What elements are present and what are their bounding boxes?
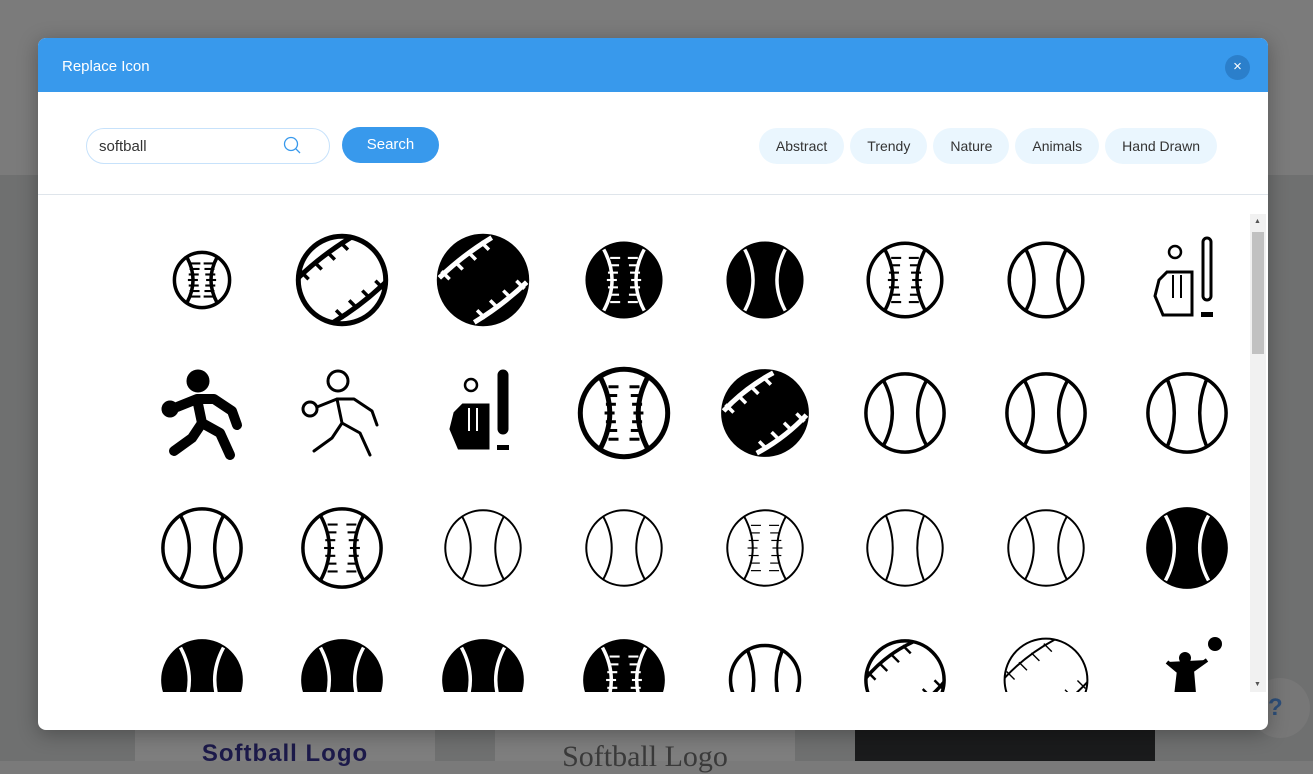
ball-thin-outline-icon-graphic [585, 509, 663, 587]
softball-diagonal-filled-icon[interactable] [715, 363, 815, 463]
pitcher-outline-icon-graphic [301, 369, 379, 457]
baseball-filled-icon[interactable] [574, 230, 674, 330]
players-catch-icon-graphic [1165, 637, 1222, 692]
ball-thin-outline-icon[interactable] [996, 498, 1096, 598]
ball-filled-icon-graphic [1146, 507, 1228, 589]
ball-filled-icon[interactable] [433, 630, 533, 692]
ball-filled-icon[interactable] [715, 230, 815, 330]
tennis-ball-thin-outline-icon[interactable] [855, 498, 955, 598]
baseball-outline-icon-graphic [866, 241, 944, 319]
softball-diagonal-outline-icon[interactable] [855, 630, 955, 692]
ball-thin-outline-icon-graphic [1007, 509, 1085, 587]
softball-diagonal-filled-icon[interactable] [433, 230, 533, 330]
tag-animals[interactable]: Animals [1015, 128, 1100, 164]
pitcher-filled-icon[interactable] [152, 363, 252, 463]
scrollbar[interactable]: ▲ ▼ [1250, 214, 1266, 692]
baseball-outline-icon[interactable] [855, 230, 955, 330]
icon-results-grid [38, 214, 1248, 692]
pitcher-filled-icon-graphic [161, 369, 242, 460]
ball-outline-icon-graphic [1007, 241, 1085, 319]
ball-outline-icon-graphic [864, 372, 946, 454]
baseball-outline-icon-graphic [577, 366, 671, 460]
tag-nature[interactable]: Nature [933, 128, 1010, 164]
glove-bat-outline-icon[interactable] [1137, 230, 1237, 330]
baseball-small-outline-icon[interactable] [152, 230, 252, 330]
glove-bat-outline-icon-graphic [1153, 236, 1213, 317]
tennis-ball-outline-icon[interactable] [1137, 363, 1237, 463]
ball-filled-icon[interactable] [292, 630, 392, 692]
glove-bat-filled-icon[interactable] [433, 363, 533, 463]
close-button[interactable]: × [1225, 55, 1250, 80]
ball-outline-icon[interactable] [855, 363, 955, 463]
baseball-filled-icon[interactable] [574, 630, 674, 692]
softball-diagonal-bold-icon-graphic [295, 233, 389, 327]
search-input[interactable]: softball [86, 128, 330, 164]
dialog-title: Replace Icon [62, 58, 150, 75]
ball-thin-outline-icon-graphic [444, 509, 522, 587]
ball-thin-outline-icon[interactable] [433, 498, 533, 598]
ball-filled-icon-graphic [726, 241, 804, 319]
ball-thin-outline-icon[interactable] [574, 498, 674, 598]
replace-icon-dialog: Replace Icon × softball Search Abstract … [38, 38, 1268, 730]
softball-diagonal-filled-icon-graphic [436, 233, 530, 327]
ball-outline-icon[interactable] [152, 498, 252, 598]
tennis-ball-thin-outline-icon-graphic [866, 509, 944, 587]
tag-hand-drawn[interactable]: Hand Drawn [1105, 128, 1217, 164]
ball-filled-icon[interactable] [152, 630, 252, 692]
ball-filled-icon-graphic [301, 639, 383, 692]
baseball-thin-outline-icon[interactable] [715, 498, 815, 598]
baseball-filled-icon-graphic [583, 639, 665, 692]
ball-filled-icon[interactable] [1137, 498, 1237, 598]
baseball-filled-icon-graphic [585, 241, 663, 319]
search-button[interactable]: Search [342, 127, 439, 163]
glove-bat-filled-icon-graphic [449, 369, 509, 450]
softball-diagonal-outline-icon-graphic [864, 639, 946, 692]
baseball-outline-icon[interactable] [292, 498, 392, 598]
ball-filled-icon-graphic [442, 639, 524, 692]
softball-diagonal-filled-icon-graphic [721, 369, 809, 457]
tag-trendy[interactable]: Trendy [850, 128, 928, 164]
dialog-header: Replace Icon × [38, 38, 1268, 92]
ball-outline-icon-graphic [1005, 372, 1087, 454]
baseball-outline-icon-graphic [301, 507, 383, 589]
search-icon[interactable] [283, 136, 303, 156]
scroll-up-icon[interactable]: ▲ [1254, 218, 1261, 225]
scrollbar-thumb[interactable] [1252, 232, 1264, 354]
scroll-down-icon[interactable]: ▼ [1254, 681, 1261, 688]
tennis-ball-outline-icon-graphic [1146, 372, 1228, 454]
players-catch-icon[interactable] [1137, 630, 1237, 692]
tag-abstract[interactable]: Abstract [758, 128, 845, 164]
ball-outline-icon-graphic [161, 507, 243, 589]
tennis-ball-outline-icon[interactable] [715, 630, 815, 692]
ball-outline-icon[interactable] [996, 363, 1096, 463]
baseball-small-outline-icon-graphic [172, 250, 232, 310]
ball-filled-icon-graphic [161, 639, 243, 692]
category-tags: Abstract Trendy Nature Animals Hand Draw… [758, 128, 1217, 164]
search-toolbar: softball Search Abstract Trendy Nature A… [38, 92, 1268, 195]
tennis-ball-outline-icon-graphic [728, 643, 802, 692]
softball-diagonal-bold-icon[interactable] [292, 230, 392, 330]
softball-diagonal-thin-icon-graphic [1003, 637, 1089, 692]
ball-outline-icon[interactable] [996, 230, 1096, 330]
baseball-thin-outline-icon-graphic [726, 509, 804, 587]
baseball-outline-icon[interactable] [574, 363, 674, 463]
softball-diagonal-thin-icon[interactable] [996, 630, 1096, 692]
search-input-value: softball [99, 138, 147, 155]
pitcher-outline-icon[interactable] [292, 363, 392, 463]
